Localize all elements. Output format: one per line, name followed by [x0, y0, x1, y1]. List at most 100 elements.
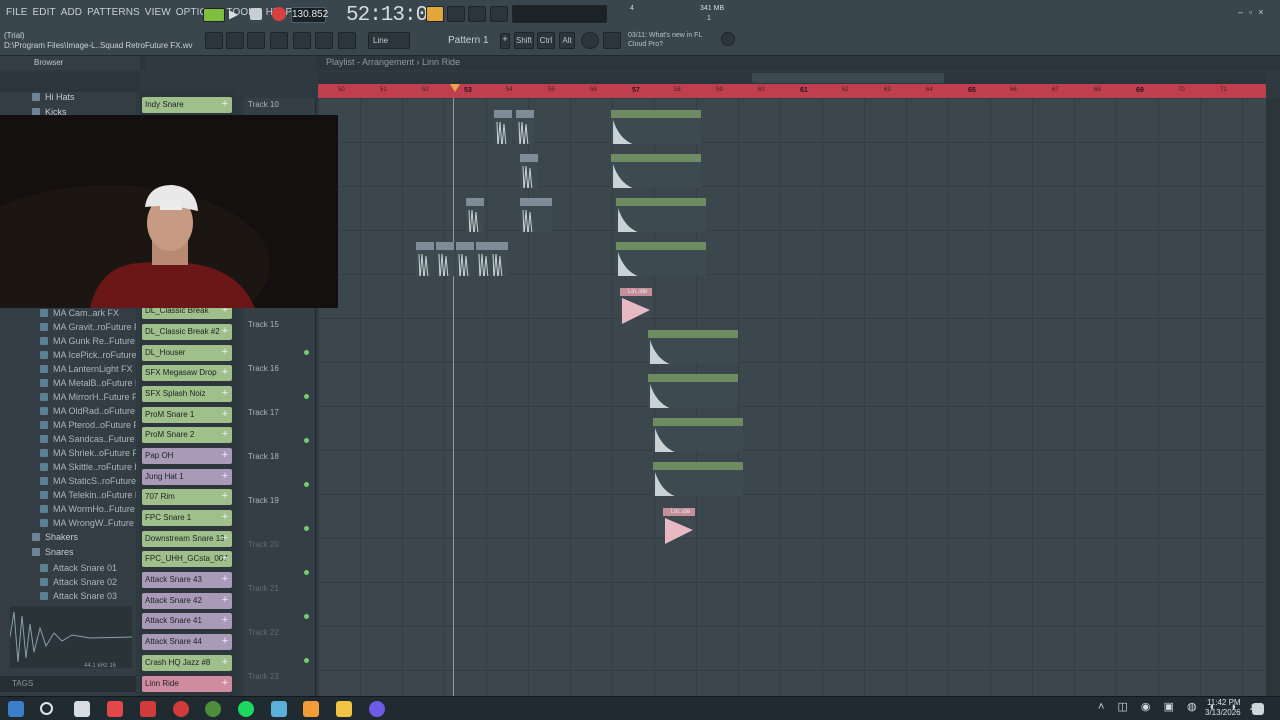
audio-clip[interactable]: Crash HQ Jazz #8: [616, 242, 706, 276]
browser-file[interactable]: MA Sandcas..Future FX: [40, 432, 136, 446]
menu-file[interactable]: FILE: [6, 7, 28, 18]
pattern-selector[interactable]: Pattern 1: [448, 33, 494, 49]
timeline-ruler[interactable]: 50 51 52 53 54 55 56 57 58 59 60 61 62 63 64 65 66 67 68 69…: [318, 84, 1266, 98]
channel-plus-icon[interactable]: +: [220, 365, 230, 380]
calendar-icon[interactable]: [74, 701, 90, 717]
track-label[interactable]: Track 15: [248, 320, 279, 329]
file-explorer-icon[interactable]: [336, 701, 352, 717]
channel-plus-icon[interactable]: +: [220, 489, 230, 504]
browser-folder[interactable]: Hi Hats: [32, 92, 75, 102]
app-icon-red[interactable]: [107, 701, 123, 717]
channel-plus-icon[interactable]: +: [220, 551, 230, 566]
add-pattern-icon[interactable]: +: [500, 33, 510, 49]
opera-icon[interactable]: [173, 701, 189, 717]
track-label[interactable]: Track 19: [248, 496, 279, 505]
app-icon-purple[interactable]: [369, 701, 385, 717]
channel-plus-icon[interactable]: +: [220, 407, 230, 422]
browser-file[interactable]: Attack Snare 02: [40, 575, 117, 589]
channel-item[interactable]: ProM Snare 1 +: [142, 407, 232, 423]
browser-file[interactable]: MA IcePick..roFuture FX: [40, 348, 136, 362]
menu-view[interactable]: VIEW: [145, 7, 171, 18]
browser-file[interactable]: MA Skittle..roFuture FX: [40, 460, 136, 474]
channel-item[interactable]: Attack Snare 41 +: [142, 613, 232, 629]
chrome-icon[interactable]: [205, 701, 221, 717]
browser-file[interactable]: MA LanternLight FX: [40, 362, 133, 376]
track-led[interactable]: [304, 394, 309, 399]
audio-clip[interactable]: Lin..ide: [663, 508, 695, 544]
channel-item[interactable]: FPC_UHH_GCsta_007 +: [142, 551, 232, 567]
waveform-icon[interactable]: [490, 6, 508, 22]
cart-icon[interactable]: [603, 32, 621, 49]
channel-item[interactable]: Attack Snare 42 +: [142, 593, 232, 609]
channel-rack-icon[interactable]: [226, 32, 244, 49]
track-label[interactable]: Track 22: [248, 628, 279, 637]
playlist-icon[interactable]: [270, 32, 288, 49]
browser-file[interactable]: MA Cam..ark FX: [40, 306, 119, 320]
track-label[interactable]: Track 10: [248, 100, 279, 109]
channel-plus-icon[interactable]: +: [220, 345, 230, 360]
channel-plus-icon[interactable]: +: [220, 613, 230, 628]
browser-folder[interactable]: Shakers: [32, 532, 78, 542]
microphone-icon[interactable]: [338, 32, 356, 49]
snap-select[interactable]: Line: [368, 32, 410, 49]
app-icon-blue[interactable]: [271, 701, 287, 717]
mixer-icon[interactable]: [293, 32, 311, 49]
browser-folder[interactable]: Snares: [32, 547, 74, 557]
channel-item[interactable]: Pap OH +: [142, 448, 232, 464]
audio-clip[interactable]: [436, 242, 454, 276]
track-led[interactable]: [304, 526, 309, 531]
menu-add[interactable]: ADD: [61, 7, 82, 18]
browser-file[interactable]: MA OldRad..oFuture FX: [40, 404, 136, 418]
channel-plus-icon[interactable]: +: [220, 593, 230, 608]
audio-clip[interactable]: Jun..1: [520, 198, 552, 232]
stop-icon[interactable]: [250, 8, 262, 20]
spotify-icon[interactable]: [238, 701, 254, 717]
notification-icon[interactable]: [1252, 703, 1264, 715]
channel-item[interactable]: Indy Snare +: [142, 97, 232, 113]
channel-plus-icon[interactable]: +: [220, 676, 230, 691]
channel-item[interactable]: Jung Hat 1 +: [142, 469, 232, 485]
piano-roll-icon[interactable]: [247, 32, 265, 49]
channel-item[interactable]: Linn Ride +: [142, 676, 232, 692]
track-led[interactable]: [304, 614, 309, 619]
audio-clip[interactable]: Crash HQ Jazz #8: [611, 110, 701, 144]
audio-clip[interactable]: [466, 198, 484, 232]
news-panel[interactable]: 03/11: What's new in FL Cloud Pro?: [628, 31, 702, 49]
channel-plus-icon[interactable]: +: [220, 510, 230, 525]
step-mode-icon[interactable]: [447, 6, 465, 22]
clock-area[interactable]: 11:42 PM 3/13/2026: [1205, 698, 1241, 718]
audio-clip[interactable]: Crash HQ Jazz #8: [648, 374, 738, 408]
track-label[interactable]: Track 16: [248, 364, 279, 373]
shift-key-button[interactable]: Shift: [514, 32, 534, 49]
track-led[interactable]: [304, 482, 309, 487]
channel-plus-icon[interactable]: +: [220, 655, 230, 670]
channel-item[interactable]: Downstream Snare 13 +: [142, 531, 232, 547]
settings-icon[interactable]: [721, 32, 735, 46]
browser-file[interactable]: MA MirrorH..Future FX: [40, 390, 136, 404]
channel-plus-icon[interactable]: +: [220, 448, 230, 463]
browser-file[interactable]: MA Gravit..roFuture FX: [40, 320, 136, 334]
channel-plus-icon[interactable]: +: [220, 324, 230, 339]
ctrl-key-button[interactable]: Ctrl: [537, 32, 555, 49]
audio-clip[interactable]: [416, 242, 434, 276]
menu-patterns[interactable]: PATTERNS: [87, 7, 140, 18]
browser-file[interactable]: MA WormHo..Future FX: [40, 502, 136, 516]
audio-clip[interactable]: Crash HQ Jazz #8: [653, 418, 743, 452]
audio-clip[interactable]: [490, 242, 508, 276]
channel-plus-icon[interactable]: +: [220, 634, 230, 649]
alt-key-button[interactable]: Alt: [559, 32, 575, 49]
track-led[interactable]: [304, 658, 309, 663]
audio-clip[interactable]: [494, 110, 512, 144]
tags-bar[interactable]: TAGS: [0, 676, 136, 692]
track-label[interactable]: Track 20: [248, 540, 279, 549]
playhead-marker[interactable]: [450, 84, 460, 92]
track-label[interactable]: Track 21: [248, 584, 279, 593]
browser-file[interactable]: Attack Snare 01: [40, 561, 117, 575]
time-display[interactable]: 52:13:00: [346, 4, 440, 27]
channel-plus-icon[interactable]: +: [220, 572, 230, 587]
vertical-scrollbar[interactable]: [1266, 98, 1280, 696]
audio-clip[interactable]: [516, 110, 534, 144]
channel-item[interactable]: DL_Classic Break #2 +: [142, 324, 232, 340]
song-mode-button[interactable]: [203, 8, 225, 22]
window-controls[interactable]: –▫×: [1238, 7, 1269, 17]
